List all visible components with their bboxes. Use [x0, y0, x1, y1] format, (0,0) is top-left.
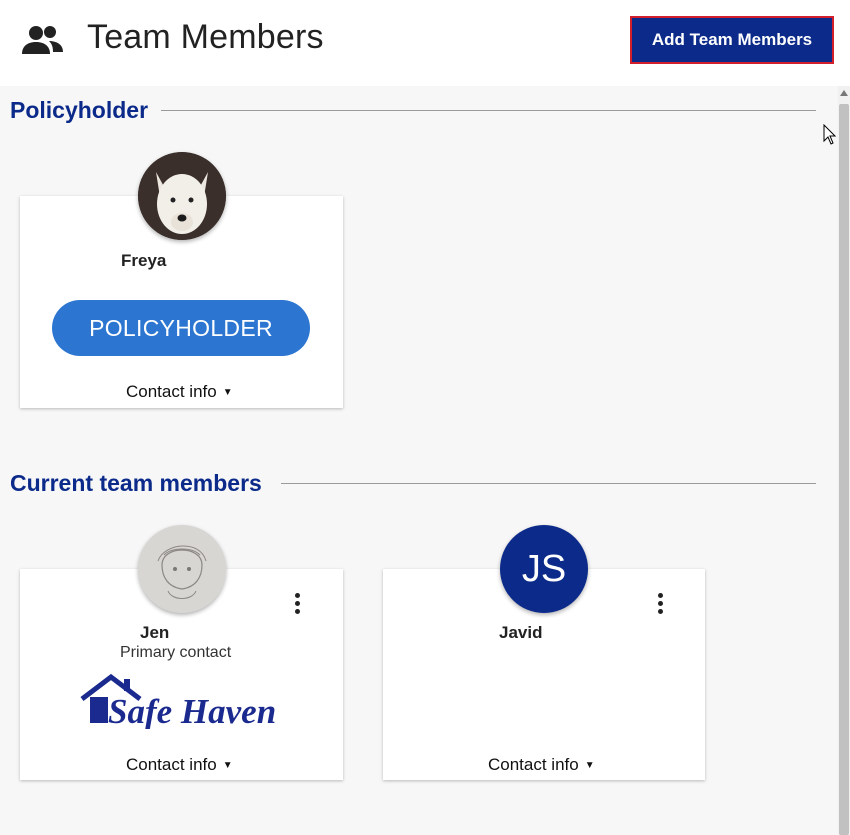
add-team-members-button[interactable]: Add Team Members [630, 16, 834, 64]
mouse-cursor-icon [823, 124, 837, 145]
contact-info-label: Contact info [126, 755, 217, 774]
vertical-scrollbar[interactable] [838, 86, 850, 835]
sketch-portrait-avatar [138, 525, 226, 613]
policyholder-role-badge: POLICYHOLDER [52, 300, 310, 356]
more-options-icon[interactable] [653, 592, 667, 616]
contact-info-dropdown[interactable]: Contact info ▼ [126, 755, 233, 775]
initials-avatar: JS [500, 525, 588, 613]
section-divider [161, 110, 816, 111]
section-divider [281, 483, 816, 484]
page-title: Team Members [87, 18, 324, 56]
people-icon [22, 26, 63, 54]
contact-info-label: Contact info [126, 382, 217, 401]
avatar-initials: JS [521, 547, 567, 590]
safe-haven-logo: Safe Haven [80, 673, 285, 731]
policyholder-section-title: Policyholder [10, 97, 149, 123]
member-name: Javid [499, 623, 543, 642]
page-header: Team Members Add Team Members [0, 0, 850, 86]
dog-face-icon [138, 152, 226, 240]
caret-down-icon: ▼ [584, 759, 595, 771]
sketch-portrait-icon [138, 525, 226, 613]
more-options-icon[interactable] [290, 592, 304, 616]
house-logo-icon: Safe Haven [80, 673, 276, 731]
caret-down-icon: ▼ [222, 386, 233, 398]
member-role: Primary contact [120, 644, 232, 661]
contact-info-dropdown[interactable]: Contact info ▼ [126, 382, 233, 402]
logo-wordmark: Safe Haven [108, 692, 276, 729]
add-team-members-button-label: Add Team Members [651, 30, 813, 49]
member-name: Jen [140, 623, 170, 642]
scrollbar-thumb[interactable] [839, 104, 849, 835]
contact-info-dropdown[interactable]: Contact info ▼ [488, 755, 595, 775]
current-team-section-title: Current team members [10, 470, 262, 496]
dog-photo-avatar [138, 152, 226, 240]
member-name: Freya [121, 251, 167, 270]
contact-info-label: Contact info [488, 755, 579, 774]
caret-down-icon: ▼ [222, 759, 233, 771]
scroll-up-arrow-icon[interactable] [840, 90, 848, 96]
